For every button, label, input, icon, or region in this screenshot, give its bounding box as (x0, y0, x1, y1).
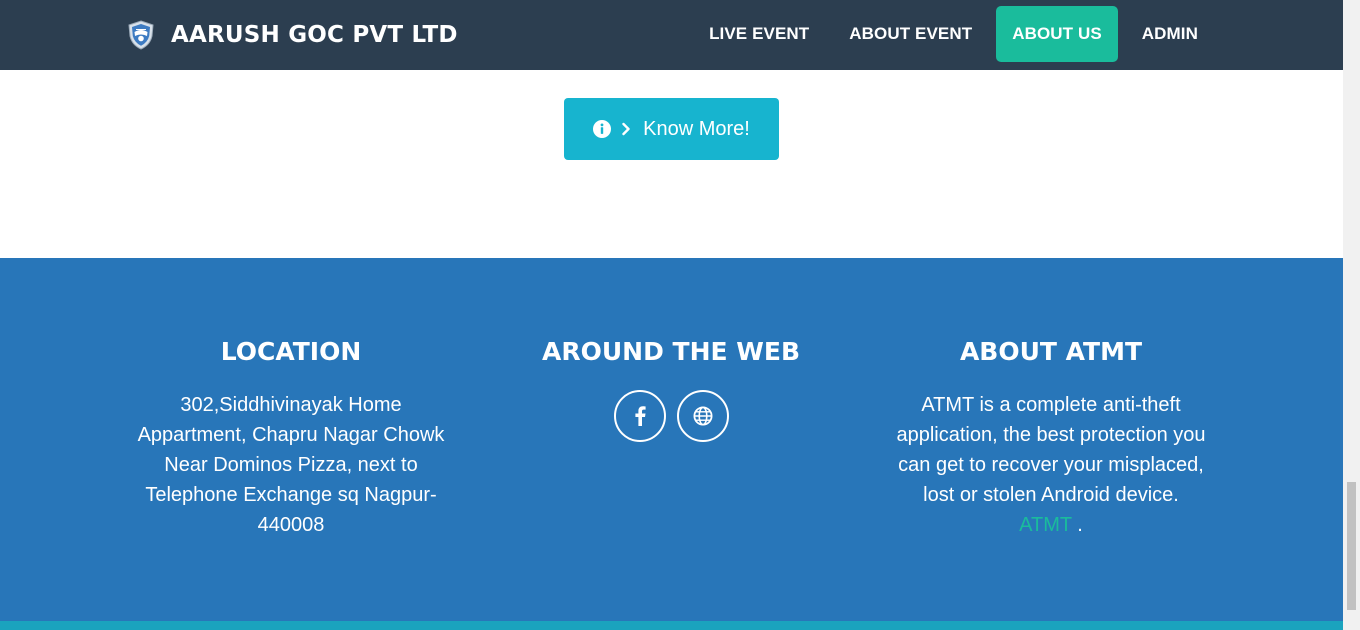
about-text: ATMT is a complete anti-theft applicatio… (891, 390, 1211, 540)
page: AARUSH GOC PVT LTD LIVE EVENT ABOUT EVEN… (0, 0, 1343, 630)
page-scrollbar[interactable] (1343, 0, 1360, 630)
location-address: 302,Siddhivinayak Home Appartment, Chapr… (137, 394, 445, 536)
footer-about: ABOUT ATMT ATMT is a complete anti-theft… (881, 335, 1221, 540)
footer-strip (0, 621, 1343, 630)
chevron-right-icon (622, 122, 630, 136)
about-description: ATMT is a complete anti-theft applicatio… (896, 394, 1206, 506)
scrollbar-thumb[interactable] (1347, 482, 1356, 610)
know-more-button[interactable]: Know More! (564, 98, 779, 160)
footer-around-web: AROUND THE WEB (501, 335, 841, 442)
website-button[interactable] (676, 390, 729, 442)
about-suffix: . (1077, 514, 1083, 536)
nav-link-about-event[interactable]: ABOUT EVENT (833, 6, 988, 62)
globe-icon (692, 406, 713, 426)
around-web-heading: AROUND THE WEB (542, 337, 800, 366)
nav-link-about-us[interactable]: ABOUT US (996, 6, 1118, 62)
nav-links: LIVE EVENT ABOUT EVENT ABOUT US ADMIN (685, 6, 1214, 62)
info-icon (593, 120, 612, 138)
footer-location: LOCATION 302,Siddhivinayak Home Appartme… (121, 335, 461, 540)
location-heading: LOCATION (220, 337, 362, 366)
brand-name: AARUSH GOC PVT LTD (171, 22, 458, 48)
facebook-button[interactable] (613, 390, 666, 442)
brand-link[interactable]: AARUSH GOC PVT LTD (127, 19, 458, 51)
social-links (501, 390, 841, 442)
nav-link-live-event[interactable]: LIVE EVENT (693, 6, 825, 62)
about-heading: ABOUT ATMT (959, 337, 1143, 366)
navbar: AARUSH GOC PVT LTD LIVE EVENT ABOUT EVEN… (0, 0, 1343, 70)
atmt-link[interactable]: ATMT (1019, 514, 1072, 536)
facebook-icon (634, 406, 646, 426)
nav-link-admin[interactable]: ADMIN (1126, 6, 1214, 62)
footer: LOCATION 302,Siddhivinayak Home Appartme… (0, 258, 1343, 621)
shield-logo-icon (128, 20, 154, 50)
know-more-label: Know More! (643, 117, 750, 140)
